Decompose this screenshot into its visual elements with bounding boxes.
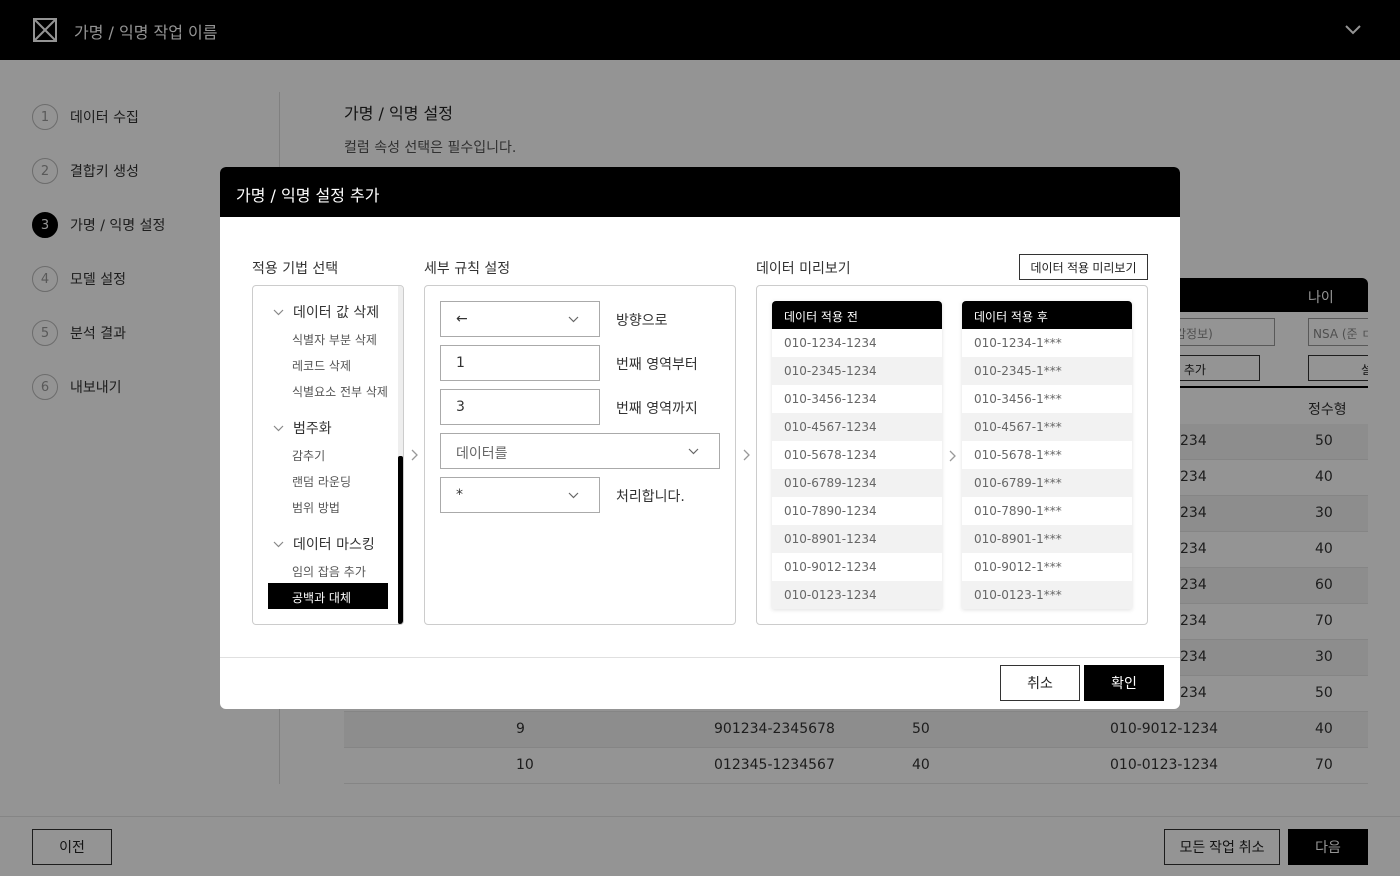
category-label: 데이터 마스킹	[293, 537, 375, 553]
chevron-right-icon	[949, 450, 956, 462]
target-select[interactable]: 데이터를	[440, 433, 720, 469]
technique-item[interactable]: 랜덤 라운딩	[292, 473, 351, 490]
preview-before-column: 데이터 적용 전 010-1234-1234 010-2345-1234 010…	[772, 301, 942, 609]
scrollbar-thumb[interactable]	[398, 456, 403, 624]
direction-label: 방향으로	[616, 313, 668, 329]
preview-cell: 010-3456-1***	[962, 385, 1132, 413]
preview-cell: 010-5678-1***	[962, 441, 1132, 469]
data-preview: 데이터 적용 전 010-1234-1234 010-2345-1234 010…	[756, 285, 1148, 625]
preview-cell: 010-8901-1234	[772, 525, 942, 553]
target-value: 데이터를	[456, 446, 508, 462]
rule-section-title: 세부 규칙 설정	[424, 261, 511, 277]
category-label: 범주화	[293, 421, 332, 437]
category-label: 데이터 값 삭제	[293, 305, 380, 321]
preview-cell: 010-4567-1***	[962, 413, 1132, 441]
preview-after-column: 데이터 적용 후 010-1234-1*** 010-2345-1*** 010…	[962, 301, 1132, 609]
preview-cell: 010-8901-1***	[962, 525, 1132, 553]
replace-char-label: 처리합니다.	[616, 489, 685, 505]
preview-cell: 010-1234-1234	[772, 329, 942, 357]
chevron-down-icon	[568, 316, 579, 323]
chevron-right-icon	[411, 449, 418, 461]
add-setting-modal: 가명 / 익명 설정 추가 적용 기법 선택 세부 규칙 설정 데이터 미리보기…	[220, 167, 1180, 709]
preview-cell: 010-3456-1234	[772, 385, 942, 413]
preview-cell: 010-0123-1234	[772, 581, 942, 609]
technique-section-title: 적용 기법 선택	[252, 261, 339, 277]
preview-cell: 010-2345-1234	[772, 357, 942, 385]
preview-before-header: 데이터 적용 전	[772, 301, 942, 329]
preview-section-title: 데이터 미리보기	[756, 261, 851, 277]
preview-after-header: 데이터 적용 후	[962, 301, 1132, 329]
direction-value: ←	[456, 311, 468, 327]
from-position-label: 번째 영역부터	[616, 357, 698, 373]
preview-cell: 010-7890-1***	[962, 497, 1132, 525]
scrollbar[interactable]	[398, 286, 403, 624]
preview-cell: 010-9012-1***	[962, 553, 1132, 581]
technique-item[interactable]: 식별자 부분 삭제	[292, 331, 377, 348]
apply-preview-button[interactable]: 데이터 적용 미리보기	[1019, 254, 1148, 280]
chevron-down-icon	[273, 309, 284, 315]
category-generalization[interactable]: 범주화	[273, 418, 332, 438]
chevron-down-icon	[273, 425, 284, 431]
preview-cell: 010-5678-1234	[772, 441, 942, 469]
technique-item[interactable]: 임의 잡음 추가	[292, 563, 366, 580]
divider	[220, 657, 1180, 658]
preview-cell: 010-9012-1234	[772, 553, 942, 581]
direction-select[interactable]: ←	[440, 301, 600, 337]
preview-cell: 010-2345-1***	[962, 357, 1132, 385]
rule-settings: ← 방향으로 1 번째 영역부터 3 번째 영역까지 데이터를 * 처리합니다.	[424, 285, 736, 625]
chevron-right-icon	[743, 449, 750, 461]
preview-cell: 010-7890-1234	[772, 497, 942, 525]
modal-title: 가명 / 익명 설정 추가	[236, 186, 380, 205]
preview-cell: 010-0123-1***	[962, 581, 1132, 609]
replace-char-value: *	[456, 487, 463, 503]
chevron-down-icon	[688, 448, 699, 455]
preview-cell: 010-4567-1234	[772, 413, 942, 441]
replace-char-select[interactable]: *	[440, 477, 600, 513]
to-position-label: 번째 영역까지	[616, 401, 698, 417]
modal-header: 가명 / 익명 설정 추가	[220, 167, 1180, 217]
cancel-button[interactable]: 취소	[1000, 665, 1080, 701]
category-data-deletion[interactable]: 데이터 값 삭제	[273, 302, 379, 322]
category-data-masking[interactable]: 데이터 마스킹	[273, 534, 375, 554]
from-position-input[interactable]: 1	[440, 345, 600, 381]
preview-cell: 010-6789-1***	[962, 469, 1132, 497]
technique-item[interactable]: 범위 방법	[292, 499, 340, 516]
technique-item[interactable]: 레코드 삭제	[292, 357, 351, 374]
confirm-button[interactable]: 확인	[1084, 665, 1164, 701]
technique-list: 데이터 값 삭제 식별자 부분 삭제 레코드 삭제 식별요소 전부 삭제 범주화…	[252, 285, 404, 625]
to-position-input[interactable]: 3	[440, 389, 600, 425]
technique-item[interactable]: 감추기	[292, 447, 325, 464]
chevron-down-icon	[273, 541, 284, 547]
technique-item-selected[interactable]: 공백과 대체	[268, 583, 388, 609]
preview-cell: 010-6789-1234	[772, 469, 942, 497]
preview-cell: 010-1234-1***	[962, 329, 1132, 357]
technique-item[interactable]: 식별요소 전부 삭제	[292, 383, 388, 400]
chevron-down-icon	[568, 492, 579, 499]
